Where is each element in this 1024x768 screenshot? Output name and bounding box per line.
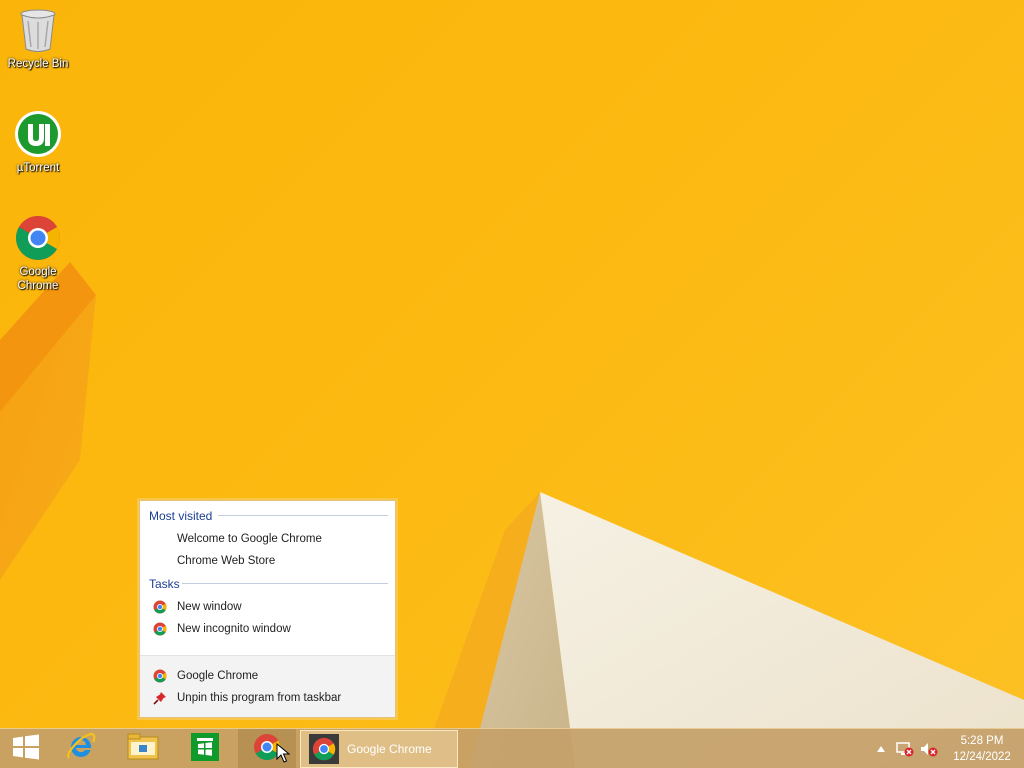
internet-explorer-icon <box>65 731 97 768</box>
jumplist-item-new-incognito-window[interactable]: New incognito window <box>148 619 386 639</box>
show-hidden-icons-arrow[interactable] <box>874 746 888 752</box>
taskbar-clock[interactable]: 5:28 PM 12/24/2022 <box>944 733 1020 765</box>
desktop-icon-label: µTorrent <box>16 162 60 174</box>
taskbar-internet-explorer[interactable] <box>58 729 104 768</box>
start-button[interactable] <box>4 729 48 768</box>
chrome-icon <box>152 668 168 684</box>
volume-muted-icon[interactable] <box>920 741 938 757</box>
jumplist-item-unpin[interactable]: Unpin this program from taskbar <box>148 688 386 708</box>
taskbar-chrome-pinned[interactable] <box>238 729 296 768</box>
windows-start-icon <box>12 734 40 765</box>
clock-date: 12/24/2022 <box>953 751 1011 763</box>
most-visited-header: Most visited <box>149 509 213 523</box>
desktop-icon-label: Recycle Bin <box>7 58 69 70</box>
utorrent-icon <box>14 110 62 158</box>
desktop-icon-label: Google Chrome <box>17 266 59 292</box>
tasks-header: Tasks <box>149 577 180 591</box>
jumplist-footer: Google Chrome Unpin this program from ta… <box>140 655 395 717</box>
recycle-bin-icon <box>14 6 62 54</box>
desktop-icon-recycle-bin[interactable]: Recycle Bin <box>4 6 72 71</box>
network-disconnected-icon[interactable] <box>896 741 914 757</box>
chrome-icon <box>14 214 62 262</box>
jumplist-item-welcome[interactable]: Welcome to Google Chrome <box>148 529 386 549</box>
pin-icon <box>152 690 168 706</box>
taskbar: Google Chrome 5:28 PM 12/24/2022 <box>0 728 1024 768</box>
taskbar-chrome-window-button[interactable]: Google Chrome <box>300 730 458 768</box>
mouse-cursor-icon <box>276 742 291 768</box>
taskbar-file-explorer[interactable] <box>120 729 166 768</box>
jumplist-item-web-store[interactable]: Chrome Web Store <box>148 551 386 571</box>
windows-store-icon <box>190 732 220 767</box>
chrome-icon <box>152 599 168 615</box>
section-divider <box>182 583 388 584</box>
desktop-icon-utorrent[interactable]: µTorrent <box>4 110 72 175</box>
jumplist-item-new-window[interactable]: New window <box>148 597 386 617</box>
file-explorer-icon <box>127 733 159 766</box>
chrome-icon <box>309 734 339 764</box>
section-divider <box>218 515 388 516</box>
clock-time: 5:28 PM <box>960 735 1004 747</box>
system-tray <box>874 729 938 768</box>
chrome-jump-list: Most visited Welcome to Google Chrome Ch… <box>139 500 396 718</box>
taskbar-window-title: Google Chrome <box>347 742 432 756</box>
desktop-icon-google-chrome[interactable]: Google Chrome <box>4 214 72 293</box>
jumplist-item-open-chrome[interactable]: Google Chrome <box>148 666 386 686</box>
chrome-icon <box>152 621 168 637</box>
taskbar-windows-store[interactable] <box>182 729 228 768</box>
